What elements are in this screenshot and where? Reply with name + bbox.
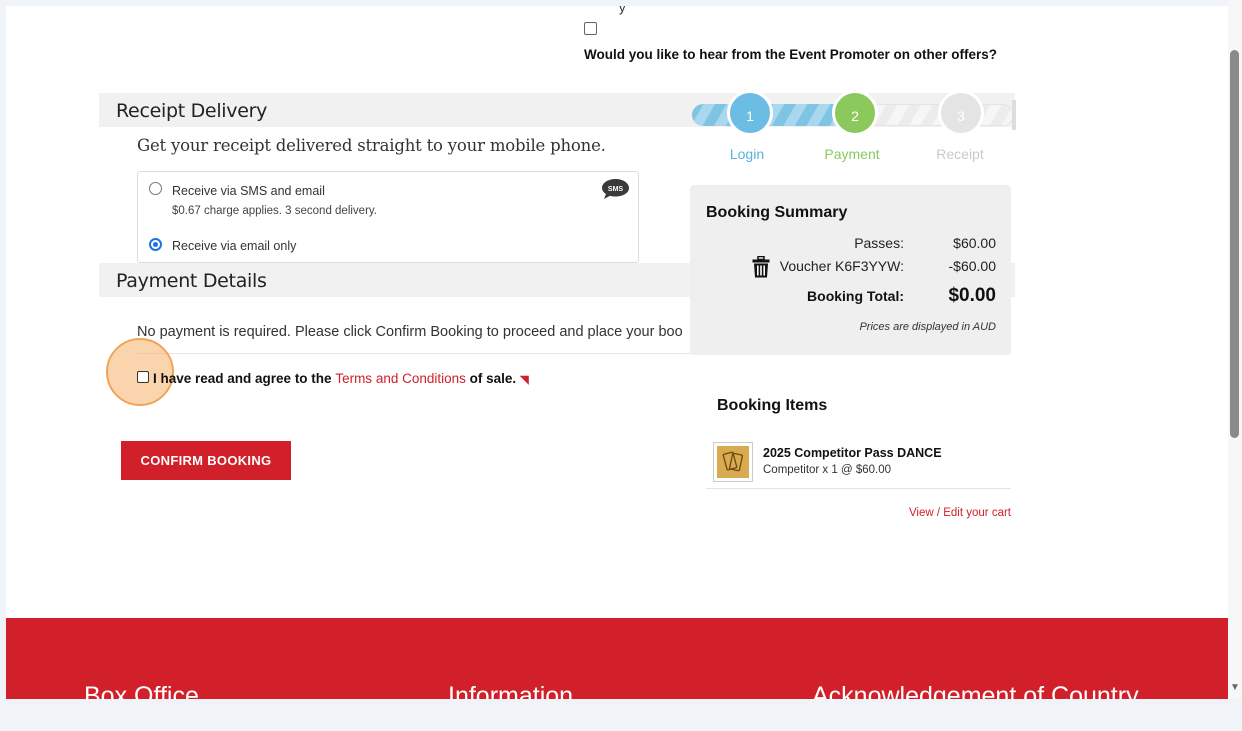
booking-total-label: Booking Total: — [807, 288, 904, 304]
receipt-sms-label[interactable]: Receive via SMS and email — [172, 184, 325, 198]
checkout-steps: 1 2 3 Login Payment Receipt — [690, 86, 1016, 166]
booking-items-title: Booking Items — [717, 397, 828, 414]
promoter-offers-checkbox[interactable] — [584, 22, 597, 35]
voucher-value: -$60.00 — [948, 258, 996, 274]
item-name: 2025 Competitor Pass DANCE — [763, 446, 942, 460]
receipt-sms-radio[interactable] — [149, 182, 162, 195]
receipt-email-label[interactable]: Receive via email only — [172, 239, 296, 253]
footer-box-office[interactable]: Box Office — [84, 682, 199, 699]
currency-note: Prices are displayed in AUD — [859, 321, 996, 333]
passes-label: Passes: — [854, 235, 904, 251]
scrollbar-thumb[interactable] — [1230, 50, 1239, 438]
passes-value: $60.00 — [953, 235, 996, 251]
item-thumbnail — [713, 442, 753, 482]
receipt-options-box: Receive via SMS and email $0.67 charge a… — [137, 171, 639, 263]
step-3-label: Receipt — [936, 146, 984, 162]
checkout-page: y Would you like to hear from the Event … — [6, 6, 1228, 699]
booking-total-value: $0.00 — [948, 285, 996, 306]
cut-off-text: y — [619, 6, 626, 15]
booking-summary-panel: Booking Summary Passes: $60.00 Voucher K… — [690, 185, 1011, 355]
trash-icon[interactable] — [752, 256, 770, 278]
confirm-booking-button[interactable]: CONFIRM BOOKING — [121, 441, 291, 480]
cards-icon — [717, 446, 749, 478]
step-3-circle: 3 — [938, 90, 984, 136]
step-1-circle: 1 — [727, 90, 773, 136]
item-detail: Competitor x 1 @ $60.00 — [763, 464, 892, 476]
divider — [137, 353, 697, 354]
step-2-circle: 2 — [832, 90, 878, 136]
footer: Box Office Information Acknowledgement o… — [6, 618, 1228, 699]
terms-prefix: I have read and agree to the — [153, 371, 336, 386]
booking-summary-title: Booking Summary — [706, 204, 848, 221]
receipt-intro-text: Get your receipt delivered straight to y… — [137, 136, 606, 155]
receipt-email-radio[interactable] — [149, 238, 162, 251]
scroll-down-arrow-icon[interactable]: ▼ — [1230, 683, 1240, 693]
terms-checkbox[interactable] — [137, 371, 149, 383]
steps-track-end — [1012, 100, 1016, 130]
cards-glyph — [722, 451, 744, 472]
step-2-label: Payment — [824, 146, 880, 162]
footer-information[interactable]: Information — [448, 682, 573, 699]
promoter-offers-label: Would you like to hear from the Event Pr… — [584, 47, 998, 62]
receipt-delivery-title: Receipt Delivery — [116, 100, 268, 122]
footer-acknowledgement[interactable]: Acknowledgement of Country — [812, 682, 1139, 699]
sms-badge-text: SMS — [608, 186, 624, 193]
payment-note: No payment is required. Please click Con… — [137, 324, 683, 340]
terms-suffix: of sale. — [465, 371, 517, 386]
step-1-label: Login — [729, 146, 765, 162]
terms-flag-icon: ◥ — [520, 374, 529, 386]
sms-icon: SMS — [602, 179, 629, 199]
payment-details-title: Payment Details — [116, 270, 267, 292]
terms-link[interactable]: Terms and Conditions — [335, 371, 466, 386]
edit-cart-link[interactable]: View / Edit your cart — [909, 507, 1011, 519]
voucher-label: Voucher K6F3YYW: — [779, 258, 904, 274]
divider — [706, 488, 1011, 489]
terms-label: I have read and agree to the Terms and C… — [153, 371, 529, 386]
vertical-scrollbar[interactable]: ▼ — [1228, 0, 1242, 699]
receipt-sms-sub: $0.67 charge applies. 3 second delivery. — [172, 205, 378, 217]
